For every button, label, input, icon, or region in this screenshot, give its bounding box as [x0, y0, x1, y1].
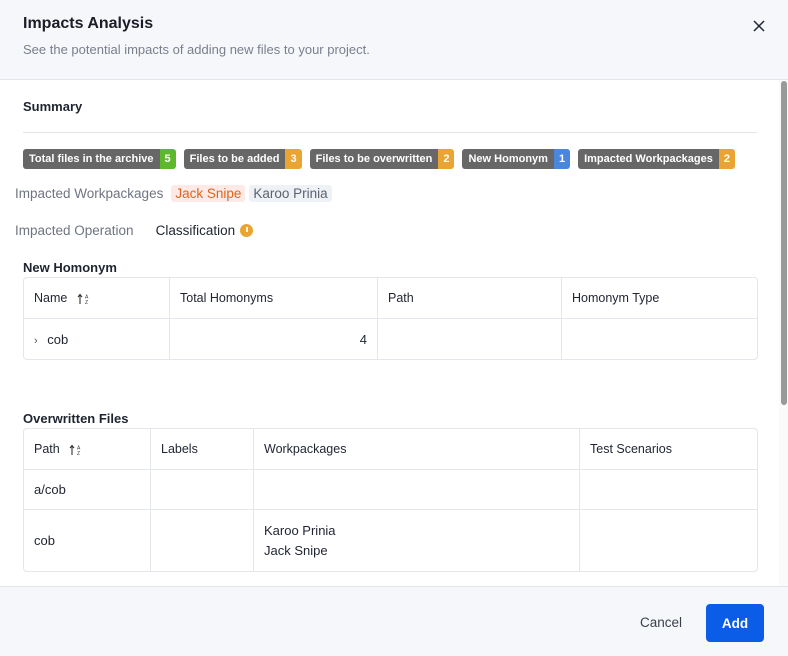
sort-az-icon[interactable]: A Z: [77, 293, 91, 305]
table-header-row: Name A Z Total Homonyms Path Homonym Typ…: [24, 278, 757, 319]
workpackage-item: Jack Snipe: [264, 542, 328, 558]
badge-count: 2: [438, 149, 455, 169]
column-header-path: Path: [378, 278, 562, 319]
column-header-total-homonyms: Total Homonyms: [170, 278, 378, 319]
badge-new-homonym: New Homonym 1: [462, 149, 571, 169]
new-homonym-table: Name A Z Total Homonyms Path Homonym Typ…: [23, 277, 758, 360]
badge-impacted-workpackages: Impacted Workpackages 2: [578, 149, 735, 169]
new-homonym-title: New Homonym: [23, 260, 117, 275]
cell-path: a/cob: [24, 470, 151, 510]
dialog-title: Impacts Analysis: [23, 15, 154, 32]
badge-files-overwritten: Files to be overwritten 2: [309, 149, 455, 169]
close-button[interactable]: [751, 18, 767, 34]
workpackage-tag: Karoo Prinia: [249, 185, 332, 202]
cell-homonym-type: [562, 319, 757, 359]
badge-label: New Homonym: [462, 149, 554, 169]
impacted-operation-value: Classification: [155, 223, 236, 238]
close-icon: [753, 20, 765, 32]
impacted-operation-row: Impacted Operation Classification: [15, 223, 254, 238]
impacted-workpackages-label: Impacted Workpackages: [15, 186, 164, 201]
column-header-test-scenarios: Test Scenarios: [580, 429, 757, 470]
cell-text: cob: [47, 331, 69, 347]
badge-files-added: Files to be added 3: [183, 149, 302, 169]
table-row: cob Karoo Prinia Jack Snipe: [24, 510, 757, 571]
table-header-row: Path A Z Labels Workpackages Test Scenar…: [24, 429, 757, 470]
badge-label: Total files in the archive: [23, 149, 160, 169]
overwritten-files-table: Path A Z Labels Workpackages Test Scenar…: [23, 428, 758, 572]
table-row: › cob 4: [24, 319, 757, 359]
dialog-header: Impacts Analysis See the potential impac…: [0, 0, 788, 80]
table-row: a/cob: [24, 470, 757, 510]
summary-title: Summary: [23, 99, 83, 114]
badge-count: 2: [718, 149, 735, 169]
cell-name: › cob: [24, 319, 170, 359]
badge-total-files: Total files in the archive 5: [23, 149, 176, 169]
cell-workpackages: [254, 470, 580, 510]
cell-path: [378, 319, 562, 359]
badge-count: 5: [159, 149, 176, 169]
badge-count: 3: [285, 149, 302, 169]
column-header-name[interactable]: Name A Z: [24, 278, 170, 319]
badge-label: Files to be added: [183, 149, 286, 169]
sort-az-icon[interactable]: A Z: [69, 444, 83, 456]
cell-test-scenarios: [580, 470, 757, 510]
badge-count: 1: [553, 149, 571, 169]
cell-labels: [151, 470, 254, 510]
workpackage-tag: Jack Snipe: [171, 185, 246, 202]
cell-workpackages: Karoo Prinia Jack Snipe: [254, 510, 580, 571]
summary-divider: [23, 132, 757, 133]
cell-test-scenarios: [580, 510, 757, 571]
cell-labels: [151, 510, 254, 571]
dialog-footer: Cancel Add: [0, 586, 788, 656]
column-header-labels: Labels: [151, 429, 254, 470]
impacted-operation-label: Impacted Operation: [15, 223, 134, 238]
summary-badges: Total files in the archive 5 Files to be…: [23, 149, 735, 169]
column-header-homonym-type: Homonym Type: [562, 278, 757, 319]
badge-label: Impacted Workpackages: [578, 149, 719, 169]
badge-label: Files to be overwritten: [309, 149, 439, 169]
column-label: Name: [34, 291, 68, 305]
impacted-workpackages-row: Impacted Workpackages Jack Snipe Karoo P…: [15, 185, 332, 202]
add-button[interactable]: Add: [706, 604, 764, 642]
chevron-right-icon[interactable]: ›: [34, 335, 38, 347]
column-header-path[interactable]: Path A Z: [24, 429, 151, 470]
dialog-subtitle: See the potential impacts of adding new …: [23, 42, 370, 57]
cancel-button[interactable]: Cancel: [630, 605, 692, 639]
overwritten-files-title: Overwritten Files: [23, 411, 129, 426]
column-label: Path: [34, 442, 60, 456]
svg-text:Z: Z: [85, 300, 88, 305]
svg-text:Z: Z: [77, 451, 80, 456]
workpackage-item: Karoo Prinia: [264, 522, 336, 538]
cell-path: cob: [24, 510, 151, 571]
cell-total-homonyms: 4: [170, 319, 378, 359]
scrollbar-thumb[interactable]: [781, 81, 787, 405]
column-header-workpackages: Workpackages: [254, 429, 580, 470]
dialog-body: Summary Total files in the archive 5 Fil…: [0, 80, 788, 586]
warning-icon: [240, 224, 254, 237]
